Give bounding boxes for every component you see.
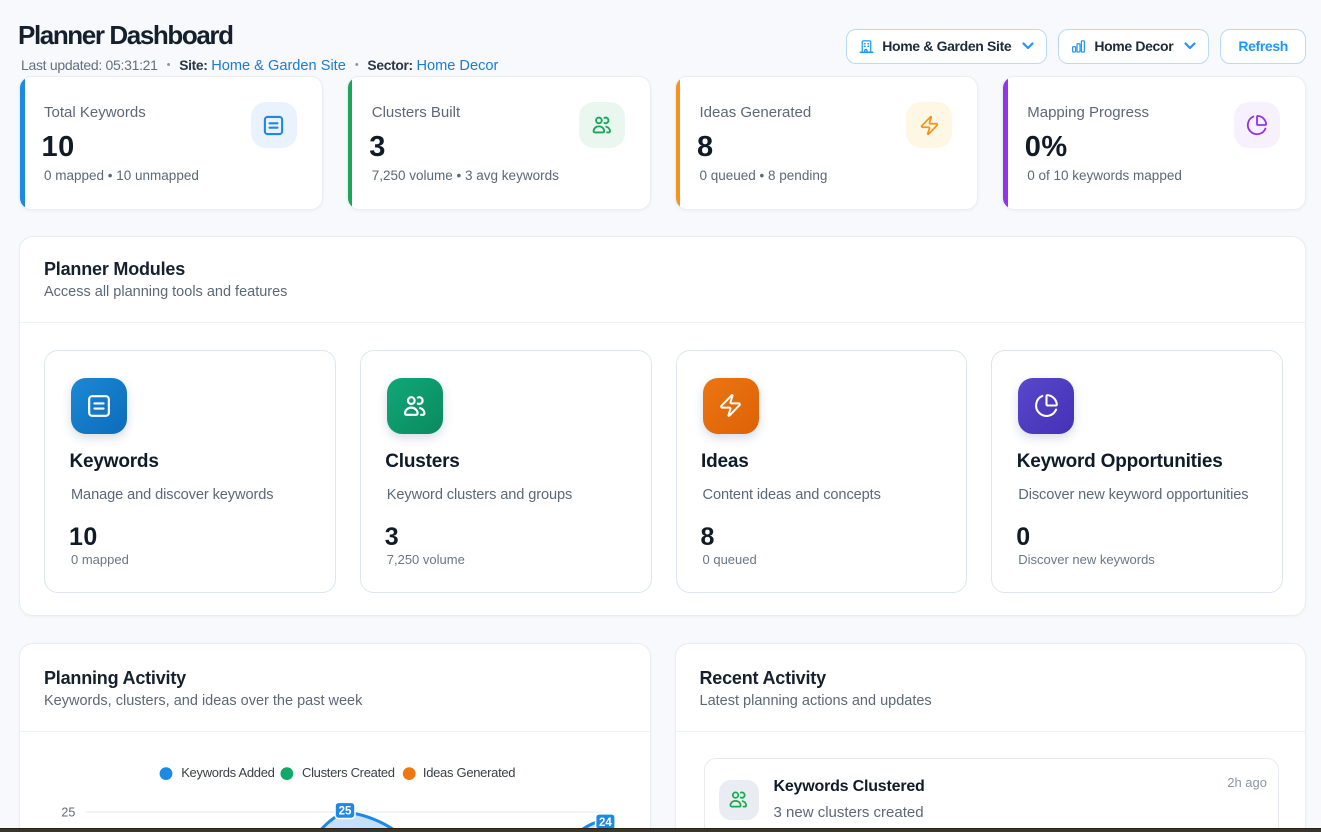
svg-text:Clusters Created: Clusters Created: [302, 765, 395, 780]
svg-text:25: 25: [61, 806, 75, 820]
svg-text:Keywords Added: Keywords Added: [181, 765, 274, 780]
svg-text:25: 25: [339, 806, 352, 818]
svg-text:Ideas Generated: Ideas Generated: [423, 765, 515, 780]
